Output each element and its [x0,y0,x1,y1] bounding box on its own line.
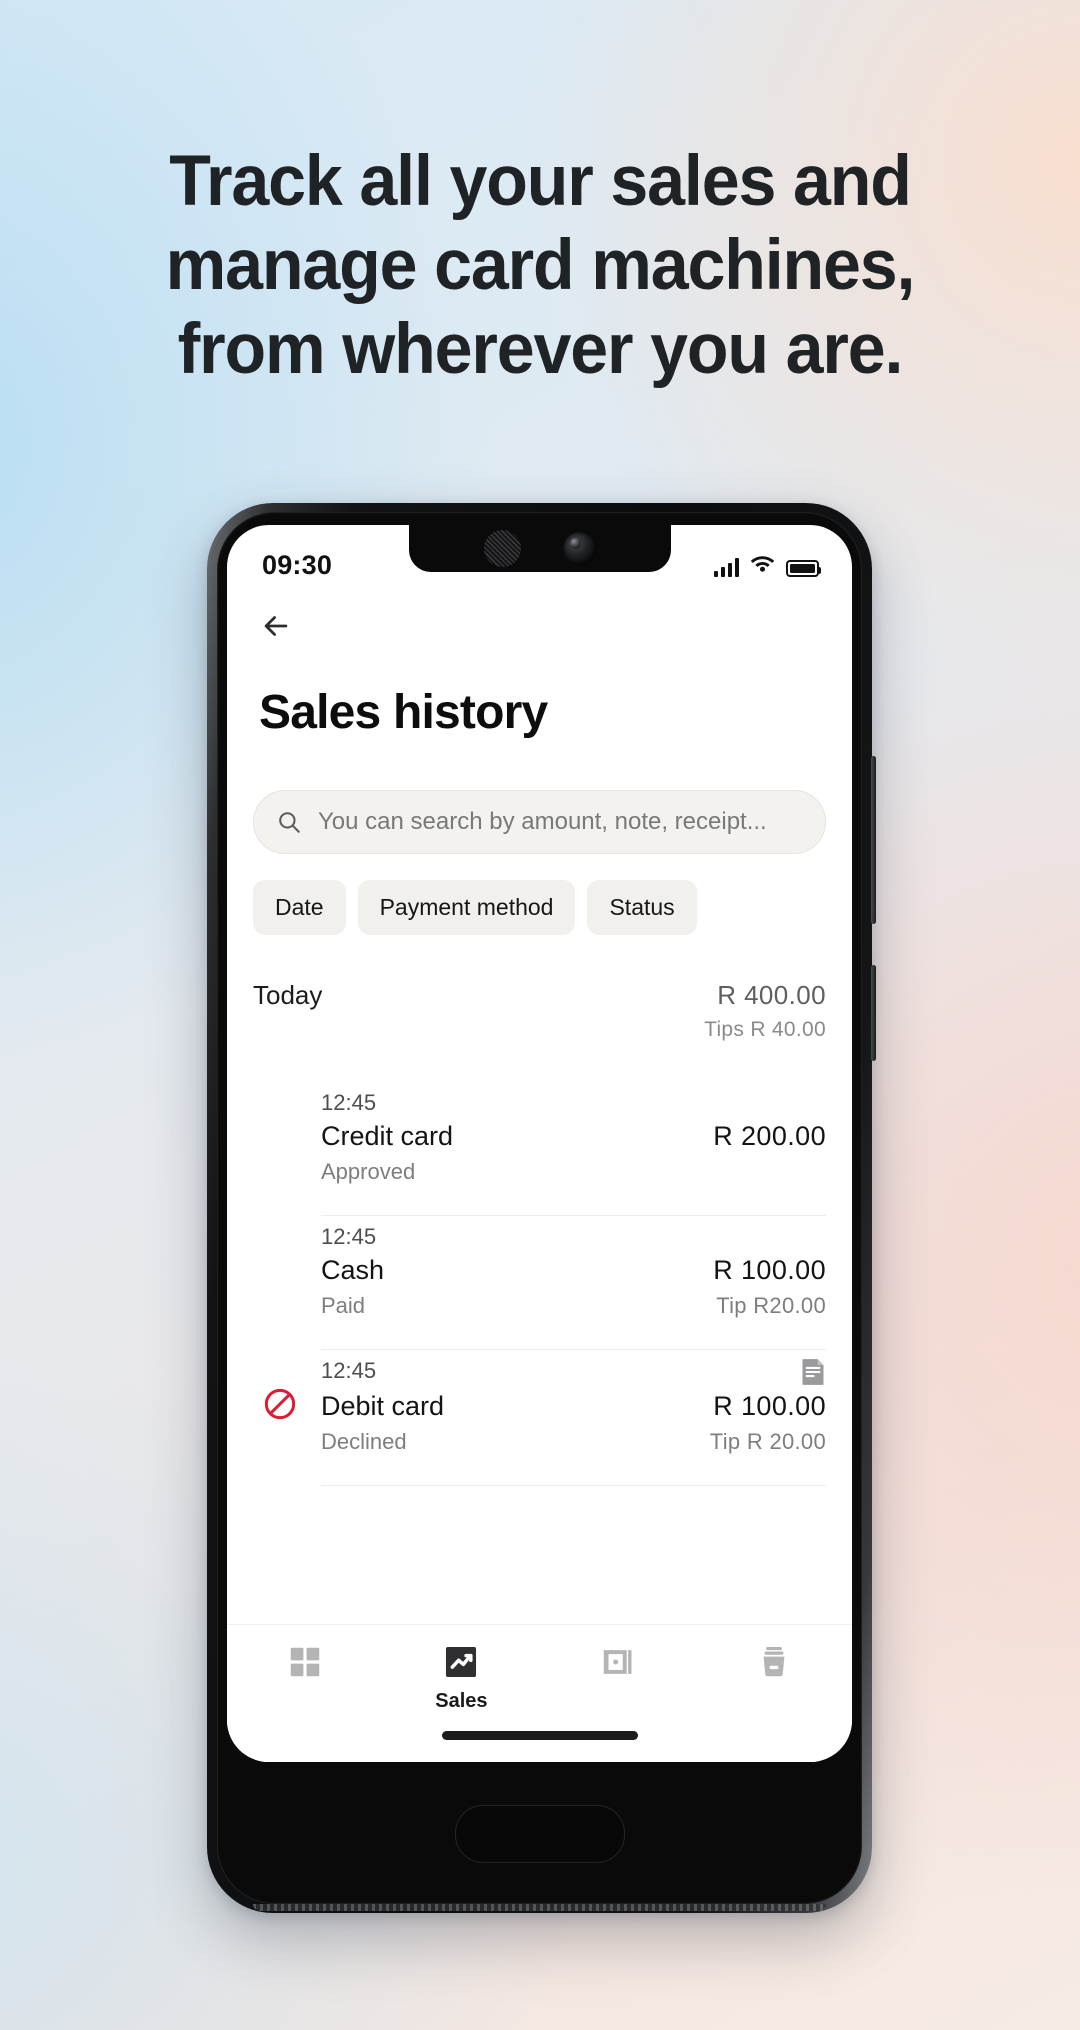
day-group-header: Today R 400.00 Tips R 40.00 [253,980,826,1042]
declined-icon [264,1388,296,1420]
app-content: Sales history You can search by amount, … [227,587,852,1762]
transaction-mid: Credit card R 200.00 [321,1121,826,1152]
transaction-top: 12:45 [321,1224,826,1250]
transaction-tip: Tip R 20.00 [709,1429,826,1454]
nav-label-sales: Sales [435,1690,488,1712]
transaction-amount: R 100.00 [713,1391,826,1421]
filter-chip-payment-method[interactable]: Payment method [357,880,576,935]
phone-screen: 09:30 Sales history You can search by am… [227,525,852,1762]
signal-icon [713,558,739,577]
transaction-body: 12:45 Credit card R 200.00 Approved [321,1082,826,1216]
transaction-list: 12:45 Credit card R 200.00 Approved 12:4… [227,1082,852,1486]
table-row[interactable]: 12:45 Cash R 100.00 Paid Tip R20.00 [227,1216,852,1350]
search-icon [279,812,300,833]
back-arrow-icon [264,616,288,636]
transaction-bottom: Approved [321,1159,826,1185]
filter-chip-date[interactable]: Date [253,880,346,935]
transaction-status: Approved [321,1159,416,1184]
phone-mockup: 09:30 Sales history You can search by am… [207,503,876,1913]
day-group-totals: R 400.00 Tips R 40.00 [704,980,826,1042]
search-input[interactable]: You can search by amount, note, receipt.… [253,790,826,854]
phone-bottom-speaker-grill [253,1904,826,1911]
sales-chart-icon [446,1646,477,1678]
filter-chips: Date Payment method Status [253,880,852,935]
note-icon[interactable] [800,1358,826,1386]
card-wallet-icon [603,1650,632,1674]
back-button[interactable] [227,587,852,643]
transaction-body: 12:45 Cash R 100.00 Paid Tip R20.00 [321,1216,826,1350]
status-time: 09:30 [262,549,333,580]
home-indicator[interactable] [441,1731,638,1740]
headline-line-2: manage card machines, [165,226,916,305]
nav-item-sales[interactable]: Sales [383,1643,539,1713]
search-placeholder: You can search by amount, note, receipt.… [318,808,767,835]
nav-item-card-machine[interactable] [696,1643,852,1690]
wifi-icon [750,553,775,577]
table-row[interactable]: 12:45 Debit card R 100.00 Declined Tip R… [227,1350,852,1486]
filter-chip-status[interactable]: Status [587,880,697,935]
transaction-body: 12:45 Debit card R 100.00 Declined Tip R… [321,1350,826,1486]
bottom-navigation: Sales [227,1624,852,1762]
nav-item-wallet[interactable] [540,1643,696,1690]
card-machine-icon [763,1646,785,1677]
volume-button[interactable] [871,756,876,924]
transaction-mid: Debit card R 100.00 [321,1391,826,1422]
transaction-status-icon-slot [253,1082,307,1118]
phone-notch [408,525,671,572]
marketing-headline: Track all your sales and manage card mac… [22,140,1059,392]
transaction-bottom: Declined Tip R 20.00 [321,1429,826,1455]
power-button[interactable] [871,965,876,1061]
transaction-time: 12:45 [321,1358,377,1383]
day-group-tips: Tips R 40.00 [704,1018,826,1041]
day-group-total: R 400.00 [717,980,826,1010]
transaction-mid: Cash R 100.00 [321,1255,826,1286]
status-icons [713,535,822,577]
phone-fingerprint-sensor [454,1805,625,1863]
transaction-time: 12:45 [321,1090,377,1115]
transaction-top: 12:45 [321,1090,826,1116]
page-title: Sales history [259,686,548,739]
nav-item-dashboard[interactable] [227,1643,383,1690]
transaction-method: Debit card [321,1391,445,1421]
transaction-amount: R 100.00 [713,1255,826,1285]
transaction-method: Cash [321,1255,385,1285]
grid-dashboard-icon [290,1647,320,1677]
transaction-status: Paid [321,1293,366,1318]
transaction-status-icon-slot [253,1350,307,1422]
transaction-amount: R 200.00 [713,1121,826,1151]
front-camera-icon [562,532,596,565]
earpiece-speaker-icon [483,530,521,567]
day-group-label: Today [253,980,323,1010]
transaction-status: Declined [321,1429,407,1454]
table-row[interactable]: 12:45 Credit card R 200.00 Approved [227,1082,852,1216]
transaction-status-icon-slot [253,1216,307,1252]
transaction-top: 12:45 [321,1358,826,1386]
transaction-bottom: Paid Tip R20.00 [321,1293,826,1319]
transaction-method: Credit card [321,1121,454,1151]
headline-line-1: Track all your sales and [169,142,912,221]
transaction-tip: Tip R20.00 [716,1293,826,1318]
battery-icon [786,560,822,577]
headline-line-3: from wherever you are. [177,310,904,389]
transaction-time: 12:45 [321,1224,377,1249]
